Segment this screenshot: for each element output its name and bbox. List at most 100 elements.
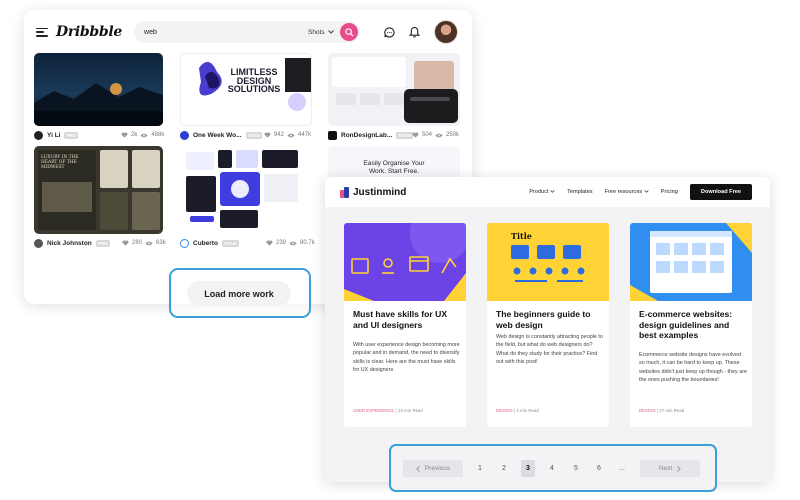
download-free-button[interactable]: Download Free [689, 184, 752, 200]
justinmind-logo[interactable]: Justinmind [340, 186, 406, 198]
card-read-time: 10 min Read [398, 408, 423, 413]
card-footer: DESIGN | 27 min Read [639, 408, 685, 413]
author-name[interactable]: Cuberto [193, 240, 218, 247]
shot-thumbnail-yi-li[interactable] [34, 53, 163, 126]
page-1-button[interactable]: 1 [473, 460, 487, 477]
ux-skills-illustration [344, 223, 466, 301]
view-count: 80.7k [300, 240, 315, 246]
heart-icon[interactable] [266, 240, 273, 246]
author-avatar[interactable] [34, 239, 43, 248]
author-avatar[interactable] [180, 239, 189, 248]
eye-icon [435, 133, 443, 137]
previous-page-button[interactable]: Previous [403, 460, 463, 477]
blog-card-web-design-guide[interactable]: Title The beginners guide to web design … [487, 223, 609, 427]
author-name[interactable]: Nick Johnston [47, 240, 92, 247]
bell-icon[interactable] [409, 26, 420, 38]
author-name[interactable]: RonDesignLab... [341, 132, 392, 139]
card-read-time: 3 min Read [516, 408, 539, 413]
heart-icon[interactable] [412, 132, 419, 138]
author-name[interactable]: One Week Wo... [193, 132, 242, 139]
shot-stats-5: 239 80.7k [266, 240, 315, 246]
search-input[interactable] [144, 28, 295, 36]
pro-badge: PRO [64, 132, 79, 139]
card-category[interactable]: USER EXPERIENCE [353, 408, 394, 413]
ecommerce-illustration [630, 223, 752, 301]
menu-icon[interactable] [36, 27, 48, 37]
user-avatar[interactable] [434, 20, 458, 44]
artwork-line-1: Easily Organise Your [363, 160, 425, 167]
web-design-illustration [511, 245, 585, 282]
chevron-down-icon [550, 190, 555, 193]
artwork-headline: LIMITLESS DESIGN SOLUTIONS [219, 68, 289, 94]
heart-icon[interactable] [121, 132, 128, 138]
card-image [630, 223, 752, 301]
eye-icon [145, 241, 153, 245]
nav-item-templates[interactable]: Templates [567, 189, 593, 195]
nav-item-pricing[interactable]: Pricing [661, 189, 678, 195]
like-count: 239 [276, 240, 287, 246]
blog-card-ecommerce[interactable]: E-commerce websites: design guidelines a… [630, 223, 752, 427]
nav-item-free-resources[interactable]: Free resources [605, 189, 649, 195]
page-5-button[interactable]: 5 [569, 460, 583, 477]
previous-label: Previous [424, 465, 451, 472]
view-count: 488k [151, 132, 165, 138]
eye-icon [289, 241, 297, 245]
pagination-highlight: Previous 1 2 3 4 5 6 ... Next [389, 444, 717, 492]
card-category[interactable]: DESIGN [639, 408, 656, 413]
team-badge: TEAM [245, 132, 263, 139]
card-title[interactable]: Must have skills for UX and UI designers [353, 309, 461, 330]
justinmind-window: Justinmind Product Templates Free resour… [325, 177, 770, 482]
page-4-button[interactable]: 4 [545, 460, 559, 477]
chat-icon[interactable] [384, 26, 395, 38]
author-avatar[interactable] [34, 131, 43, 140]
nav-item-product[interactable]: Product [529, 189, 555, 195]
chevron-left-icon [415, 465, 420, 472]
blog-card-ux-skills[interactable]: Must have skills for UX and UI designers… [344, 223, 466, 427]
author-name[interactable]: Yi Li [47, 132, 60, 139]
heart-icon[interactable] [264, 132, 271, 138]
author-avatar[interactable] [328, 131, 337, 140]
eye-icon [287, 133, 295, 137]
pagination-ellipsis: ... [619, 465, 625, 472]
shot-thumbnail-cuberto[interactable] [180, 146, 312, 234]
page-6-button[interactable]: 6 [592, 460, 606, 477]
shot-thumbnail-rondesignlab[interactable] [328, 53, 460, 126]
team-badge: TEAM [396, 132, 414, 139]
shot-meta-4: Nick Johnston PRO [34, 239, 110, 248]
next-page-button[interactable]: Next [640, 460, 700, 477]
author-avatar[interactable] [180, 131, 189, 140]
card-read-time: 27 min Read [659, 408, 685, 413]
card-category[interactable]: DESIGN [496, 408, 513, 413]
eye-icon [140, 133, 149, 137]
search-filter-label: Shots [308, 28, 325, 36]
card-title[interactable]: E-commerce websites: design guidelines a… [639, 309, 747, 341]
search-button[interactable] [340, 23, 359, 41]
card-footer: DESIGN | 3 min Read [496, 408, 539, 413]
card-image: Title [487, 223, 609, 301]
shot-thumbnail-one-week-wonders[interactable]: LIMITLESS DESIGN SOLUTIONS [180, 53, 312, 126]
load-more-button[interactable]: Load more work [187, 281, 291, 306]
card-image [344, 223, 466, 301]
search-icon [344, 27, 354, 37]
dribbble-logo[interactable]: Dribbble [56, 24, 122, 40]
artwork-headline: Easily Organise Your Work. Start Free. [328, 160, 460, 175]
search-filter-dropdown[interactable]: Shots [308, 29, 334, 36]
page-2-button[interactable]: 2 [497, 460, 511, 477]
heart-icon[interactable] [122, 240, 129, 246]
shot-stats-3: 504 250k [412, 132, 459, 138]
justinmind-menu: Product Templates Free resources Pricing… [529, 184, 752, 200]
card-title[interactable]: The beginners guide to web design [496, 309, 604, 330]
shot-meta-3: RonDesignLab... TEAM [328, 131, 414, 140]
app-ui-artwork [186, 150, 298, 228]
shot-thumbnail-nick-johnston[interactable]: LUXURY IN THE HEART OF THE MIDWEST [34, 146, 163, 234]
shot-meta-5: Cuberto TEAM [180, 239, 239, 248]
artwork-line-2: Work. Start Free. [368, 167, 420, 175]
search-bar[interactable]: Shots [134, 21, 361, 43]
card-description: Web design is constantly attracting peop… [496, 334, 603, 365]
topbar-actions [384, 20, 458, 44]
like-count: 2k [131, 132, 138, 138]
page-3-button[interactable]: 3 [521, 460, 535, 477]
artwork-headline: LUXURY IN THE HEART OF THE MIDWEST [41, 155, 79, 171]
shot-stats-4: 280 63k [122, 240, 166, 246]
pro-badge: PRO [95, 240, 110, 247]
